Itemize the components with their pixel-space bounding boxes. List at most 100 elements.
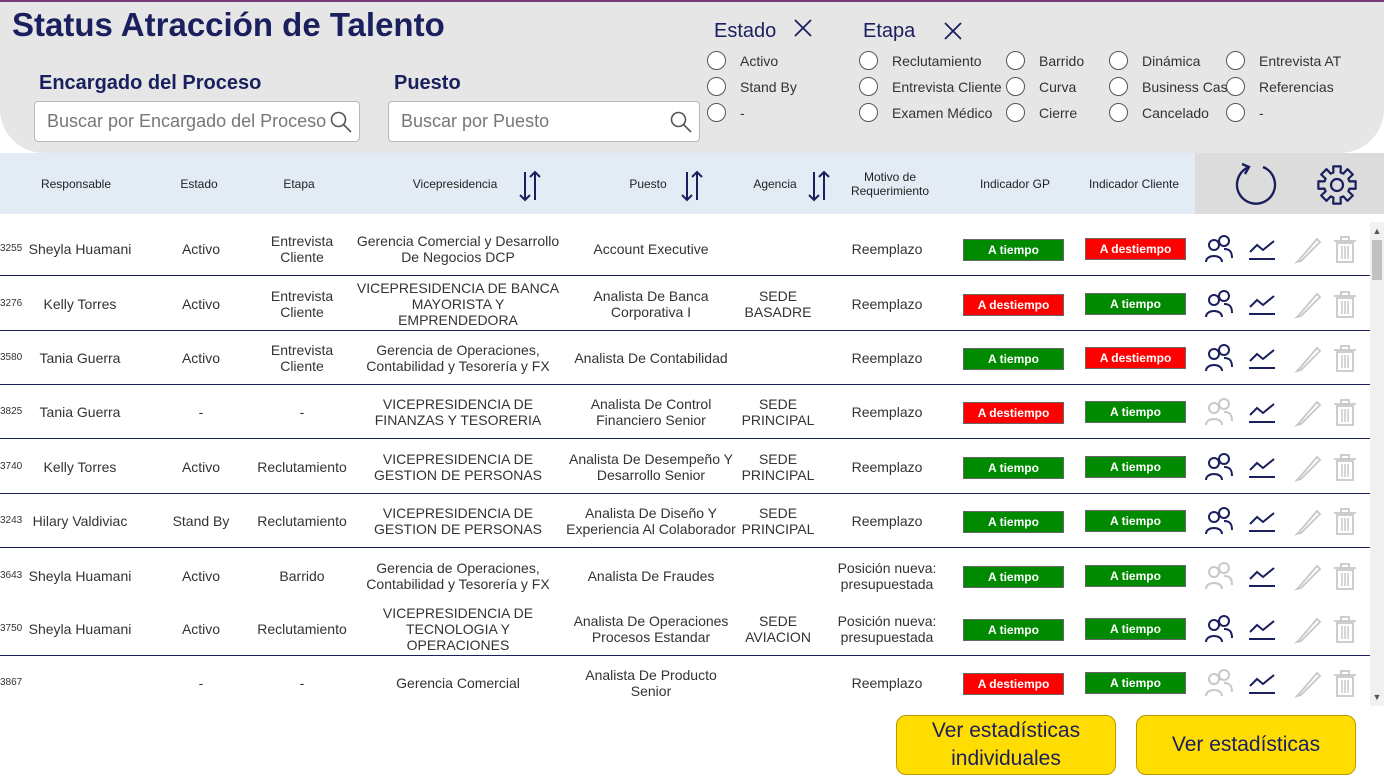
encargado-search-input[interactable]: [35, 102, 359, 141]
search-icon[interactable]: [329, 110, 353, 134]
delete-trash-icon[interactable]: [1330, 397, 1360, 427]
radio-circle[interactable]: [1006, 103, 1025, 122]
etapa-radio-option[interactable]: Business Case: [1109, 77, 1235, 96]
etapa-radio-option[interactable]: Cancelado: [1109, 103, 1209, 122]
clear-estado-icon[interactable]: [793, 18, 813, 38]
etapa-radio-option[interactable]: Examen Médico: [859, 103, 992, 122]
radio-circle[interactable]: [1226, 77, 1245, 96]
candidates-icon[interactable]: [1204, 397, 1234, 427]
search-icon[interactable]: [669, 110, 693, 134]
radio-circle[interactable]: [859, 77, 878, 96]
ver-estadisticas-button[interactable]: Ver estadísticas: [1136, 715, 1356, 775]
delete-trash-icon[interactable]: [1330, 561, 1360, 591]
table-scrollbar[interactable]: ▲ ▼: [1370, 222, 1384, 706]
etapa-radio-option[interactable]: Referencias: [1226, 77, 1334, 96]
candidates-icon[interactable]: [1204, 506, 1234, 536]
etapa-radio-option[interactable]: Cierre: [1006, 103, 1077, 122]
sort-vicepresidencia-icon[interactable]: [518, 169, 542, 203]
radio-circle[interactable]: [1226, 51, 1245, 70]
radio-circle[interactable]: [707, 51, 726, 70]
estado-cell: Activo: [181, 620, 221, 637]
puesto-cell: Analista De Contabilidad: [574, 349, 728, 366]
row-id: 3867: [0, 677, 23, 688]
scroll-down-icon[interactable]: ▼: [1370, 690, 1384, 704]
radio-label: Dinámica: [1142, 52, 1201, 69]
radio-circle[interactable]: [1109, 103, 1128, 122]
trend-chart-icon[interactable]: [1247, 452, 1277, 482]
delete-trash-icon[interactable]: [1330, 452, 1360, 482]
puesto-label: Puesto: [394, 72, 461, 94]
sort-puesto-icon[interactable]: [680, 169, 704, 203]
row-id: 3825: [0, 406, 23, 417]
radio-circle[interactable]: [1226, 103, 1245, 122]
radio-label: Business Case: [1142, 78, 1236, 95]
trend-chart-icon[interactable]: [1247, 561, 1277, 591]
table-row: 3243 Hilary Valdiviac Stand By Reclutamient…: [0, 494, 1370, 548]
trend-chart-icon[interactable]: [1247, 614, 1277, 644]
scrollbar-thumb[interactable]: [1372, 240, 1382, 280]
radio-circle[interactable]: [707, 77, 726, 96]
ver-estadisticas-individuales-button[interactable]: Ver estadísticas individuales: [896, 715, 1116, 775]
trend-chart-icon[interactable]: [1247, 289, 1277, 319]
refresh-icon[interactable]: [1233, 161, 1279, 207]
etapa-cell: -: [299, 674, 305, 691]
puesto-search-input[interactable]: [389, 102, 699, 141]
edit-pencil-icon[interactable]: [1293, 614, 1323, 644]
etapa-radio-option[interactable]: Entrevista Cliente: [859, 77, 1002, 96]
etapa-radio-option[interactable]: Entrevista AT: [1226, 51, 1341, 70]
trend-chart-icon[interactable]: [1247, 506, 1277, 536]
radio-circle[interactable]: [1109, 51, 1128, 70]
edit-pencil-icon[interactable]: [1293, 561, 1323, 591]
radio-circle[interactable]: [707, 103, 726, 122]
edit-pencil-icon[interactable]: [1293, 668, 1323, 698]
candidates-icon[interactable]: [1204, 668, 1234, 698]
candidates-icon[interactable]: [1204, 561, 1234, 591]
table-row: 3580 Tania Guerra Activo Entrevista Cliente…: [0, 331, 1370, 385]
radio-circle[interactable]: [859, 51, 878, 70]
agencia-cell: [741, 331, 815, 384]
candidates-icon[interactable]: [1204, 452, 1234, 482]
candidates-icon[interactable]: [1204, 234, 1234, 264]
delete-trash-icon[interactable]: [1330, 506, 1360, 536]
estado-radio-option[interactable]: -: [707, 103, 745, 122]
etapa-radio-option[interactable]: Reclutamiento: [859, 51, 982, 70]
delete-trash-icon[interactable]: [1330, 234, 1360, 264]
indicador-cliente-badge: A tiempo: [1085, 401, 1186, 423]
edit-pencil-icon[interactable]: [1293, 452, 1323, 482]
sort-agencia-icon[interactable]: [807, 169, 831, 203]
trend-chart-icon[interactable]: [1247, 234, 1277, 264]
delete-trash-icon[interactable]: [1330, 289, 1360, 319]
radio-circle[interactable]: [859, 103, 878, 122]
col-puesto: Puesto: [629, 176, 667, 191]
scroll-up-icon[interactable]: ▲: [1370, 224, 1384, 238]
etapa-radio-option[interactable]: Curva: [1006, 77, 1076, 96]
edit-pencil-icon[interactable]: [1293, 289, 1323, 319]
etapa-radio-option[interactable]: Dinámica: [1109, 51, 1200, 70]
edit-pencil-icon[interactable]: [1293, 343, 1323, 373]
etapa-radio-option[interactable]: -: [1226, 103, 1264, 122]
puesto-cell: Analista De Producto Senior: [585, 666, 717, 699]
clear-etapa-icon[interactable]: [943, 21, 963, 41]
delete-trash-icon[interactable]: [1330, 614, 1360, 644]
candidates-icon[interactable]: [1204, 343, 1234, 373]
etapa-cell: Barrido: [279, 567, 325, 584]
trend-chart-icon[interactable]: [1247, 397, 1277, 427]
edit-pencil-icon[interactable]: [1293, 397, 1323, 427]
trend-chart-icon[interactable]: [1247, 668, 1277, 698]
delete-trash-icon[interactable]: [1330, 668, 1360, 698]
estado-radio-option[interactable]: Stand By: [707, 77, 797, 96]
radio-circle[interactable]: [1109, 77, 1128, 96]
motivo-cell: Reemplazo: [851, 512, 923, 529]
delete-trash-icon[interactable]: [1330, 343, 1360, 373]
candidates-icon[interactable]: [1204, 289, 1234, 319]
radio-circle[interactable]: [1006, 51, 1025, 70]
radio-circle[interactable]: [1006, 77, 1025, 96]
edit-pencil-icon[interactable]: [1293, 234, 1323, 264]
candidates-icon[interactable]: [1204, 614, 1234, 644]
trend-chart-icon[interactable]: [1247, 343, 1277, 373]
indicador-gp-badge: A tiempo: [963, 457, 1064, 479]
gear-icon[interactable]: [1315, 164, 1359, 206]
estado-radio-option[interactable]: Activo: [707, 51, 778, 70]
edit-pencil-icon[interactable]: [1293, 506, 1323, 536]
etapa-radio-option[interactable]: Barrido: [1006, 51, 1084, 70]
